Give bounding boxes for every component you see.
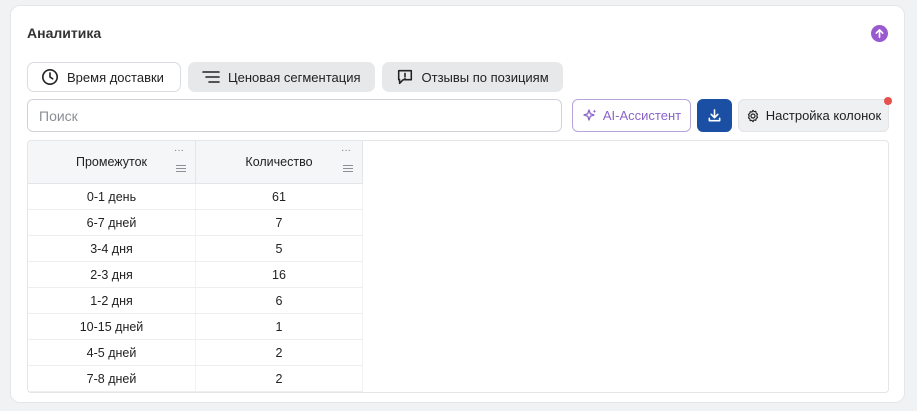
column-header-label: Количество bbox=[245, 155, 313, 169]
cell-count: 16 bbox=[195, 261, 363, 288]
cell-interval: 6-7 дней bbox=[28, 209, 196, 236]
tab-delivery-time[interactable]: Время доставки bbox=[27, 62, 181, 92]
cell-count: 2 bbox=[195, 365, 363, 392]
notification-dot bbox=[884, 97, 892, 105]
cell-interval: 1-2 дня bbox=[28, 287, 196, 314]
tab-label: Время доставки bbox=[67, 69, 164, 85]
cell-interval: 4-5 дней bbox=[28, 339, 196, 366]
column-menu-icon[interactable]: ··· bbox=[341, 145, 351, 156]
column-header-interval[interactable]: Промежуток ··· bbox=[28, 141, 196, 184]
tab-bar: Время доставки Ценовая сегментация Отзыв… bbox=[27, 62, 563, 92]
table-row[interactable]: 10-15 дней 1 bbox=[28, 313, 363, 340]
search-input[interactable] bbox=[27, 99, 562, 132]
table-row[interactable]: 3-4 дня 5 bbox=[28, 235, 363, 262]
cell-interval: 3-4 дня bbox=[28, 235, 196, 262]
table-row[interactable]: 1-2 дня 6 bbox=[28, 287, 363, 314]
tab-price-segmentation[interactable]: Ценовая сегментация bbox=[188, 62, 375, 92]
panel-title: Аналитика bbox=[27, 25, 102, 41]
cell-interval: 7-8 дней bbox=[28, 365, 196, 392]
cell-interval: 0-1 день bbox=[28, 183, 196, 210]
gear-icon bbox=[747, 109, 758, 122]
download-button[interactable] bbox=[697, 99, 732, 132]
column-header-count[interactable]: Количество ··· bbox=[195, 141, 363, 184]
tab-label: Ценовая сегментация bbox=[228, 69, 361, 85]
analytics-panel: Аналитика Время доставки Ценовая сегмент… bbox=[10, 5, 905, 403]
cell-count: 61 bbox=[195, 183, 363, 210]
download-icon bbox=[708, 109, 721, 122]
tab-label: Отзывы по позициям bbox=[421, 69, 549, 85]
table-row[interactable]: 6-7 дней 7 bbox=[28, 209, 363, 236]
table-row[interactable]: 0-1 день 61 bbox=[28, 183, 363, 210]
cell-count: 1 bbox=[195, 313, 363, 340]
cell-interval: 10-15 дней bbox=[28, 313, 196, 340]
cell-count: 7 bbox=[195, 209, 363, 236]
table-row[interactable]: 4-5 дней 2 bbox=[28, 339, 363, 366]
cell-interval: 2-3 дня bbox=[28, 261, 196, 288]
cell-count: 2 bbox=[195, 339, 363, 366]
sparkle-icon bbox=[583, 108, 597, 121]
comment-alert-icon bbox=[397, 69, 412, 85]
column-drag-icon[interactable] bbox=[343, 165, 353, 174]
column-settings-button[interactable]: Настройка колонок bbox=[738, 99, 889, 132]
cell-count: 5 bbox=[195, 235, 363, 262]
clock-icon bbox=[41, 68, 59, 86]
tab-position-reviews[interactable]: Отзывы по позициям bbox=[381, 62, 563, 92]
cell-count: 6 bbox=[195, 287, 363, 314]
table-row[interactable]: 7-8 дней 2 bbox=[28, 365, 363, 392]
column-drag-icon[interactable] bbox=[176, 165, 186, 174]
column-menu-icon[interactable]: ··· bbox=[174, 145, 184, 156]
data-table: Промежуток ··· Количество ··· 0-1 день 61… bbox=[27, 140, 889, 393]
column-settings-label: Настройка колонок bbox=[765, 108, 882, 123]
filter-lines-icon bbox=[202, 71, 220, 83]
table-row[interactable]: 2-3 дня 16 bbox=[28, 261, 363, 288]
column-header-label: Промежуток bbox=[75, 155, 148, 169]
ai-assistant-label: AI-Ассистент bbox=[602, 108, 682, 123]
ai-assistant-button[interactable]: AI-Ассистент bbox=[572, 99, 691, 132]
collapse-arrow-up-icon[interactable] bbox=[871, 25, 888, 42]
